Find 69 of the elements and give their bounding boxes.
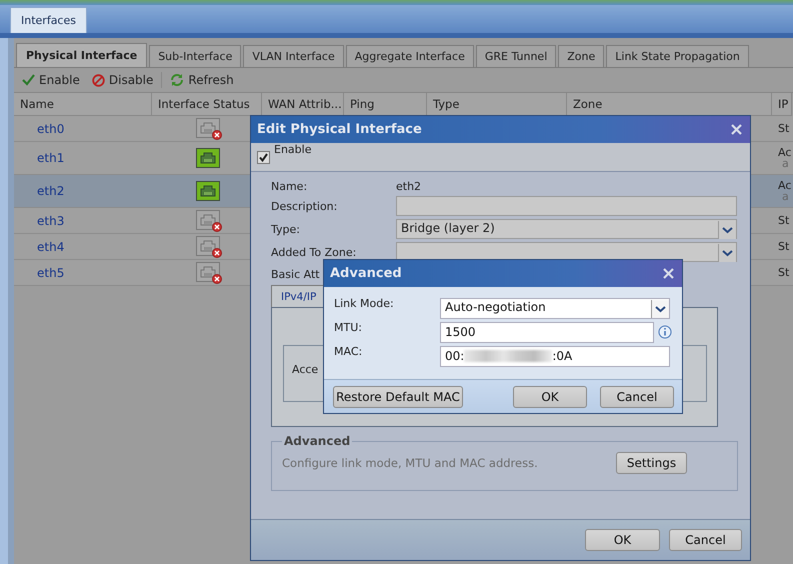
ok-button[interactable]: OK: [585, 529, 660, 551]
column-header[interactable]: Name: [14, 93, 152, 116]
column-header[interactable]: IP: [772, 93, 792, 116]
ip-text: St: [778, 123, 790, 134]
column-header[interactable]: Interface Status: [152, 93, 262, 116]
enable-checkbox[interactable]: [257, 150, 270, 164]
ip-text: Ac: [778, 180, 792, 191]
dropdown-caret-icon: [718, 244, 736, 262]
settings-button[interactable]: Settings: [616, 452, 687, 474]
mtu-field[interactable]: 1500: [440, 322, 654, 342]
cancel-button[interactable]: Cancel: [600, 386, 674, 408]
interface-name: eth4: [36, 240, 64, 254]
disable-button[interactable]: Disable: [88, 73, 158, 87]
dropdown-caret-icon: [651, 300, 669, 318]
ip-text: St: [778, 267, 790, 278]
info-icon: [658, 325, 672, 339]
tab[interactable]: Physical Interface: [16, 43, 148, 67]
column-header[interactable]: Type: [427, 93, 567, 116]
ok-button[interactable]: OK: [513, 386, 587, 408]
ip-subtext: a: [781, 158, 789, 169]
interface-name: eth0: [36, 122, 64, 136]
select-field[interactable]: Bridge (layer 2): [396, 219, 737, 239]
tab[interactable]: VLAN Interface: [243, 45, 344, 67]
interface-name: eth3: [36, 214, 64, 228]
interface-name: eth1: [36, 151, 64, 165]
refresh-button[interactable]: Refresh: [166, 73, 238, 87]
field-label: MTU:: [334, 321, 363, 334]
setting-label: Acce: [292, 363, 318, 376]
cancel-button[interactable]: Cancel: [669, 529, 742, 551]
dropdown-caret-icon: [718, 221, 736, 239]
dialog-title: Advanced: [330, 266, 402, 281]
input-field[interactable]: [396, 196, 737, 216]
interface-name: eth5: [36, 266, 64, 280]
close-button[interactable]: [731, 122, 742, 138]
close-icon: [663, 268, 674, 278]
checkbox-label: Enable: [274, 143, 312, 156]
field-label: Name:: [271, 180, 308, 193]
column-header[interactable]: Ping: [344, 93, 427, 116]
ip-subtext: a: [781, 191, 789, 202]
restore-mac-button[interactable]: Restore Default MAC: [333, 386, 463, 408]
mac-field[interactable]: 00: :0A: [440, 346, 670, 366]
field-label: Description:: [271, 200, 338, 212]
dialog-title: Edit Physical Interface: [257, 122, 422, 137]
ip-text: Ac: [778, 147, 792, 158]
name-value: eth2: [396, 180, 422, 193]
tab[interactable]: Aggregate Interface: [346, 45, 474, 67]
ip-text: St: [778, 215, 790, 226]
refresh-icon: [170, 73, 184, 87]
field-label: Added To Zone:: [271, 246, 358, 258]
group-description: Configure link mode, MTU and MAC address.: [282, 456, 538, 470]
main-tab[interactable]: Interfaces: [10, 7, 87, 33]
tab[interactable]: Zone: [558, 45, 604, 67]
tab[interactable]: Sub-Interface: [149, 45, 242, 67]
tab[interactable]: Link State Propagation: [606, 45, 749, 67]
close-icon: [731, 124, 742, 134]
ip-text: St: [778, 241, 790, 252]
checkmark-icon: [22, 74, 35, 86]
tab[interactable]: GRE Tunnel: [476, 45, 556, 67]
group-title: Advanced: [282, 434, 352, 448]
close-button[interactable]: [663, 266, 674, 282]
column-header[interactable]: Zone: [567, 93, 772, 116]
field-label: Type:: [271, 222, 301, 236]
field-label: MAC:: [334, 345, 364, 358]
enable-button[interactable]: Enable: [18, 73, 84, 87]
section-label: Basic Att: [271, 268, 320, 281]
column-header[interactable]: WAN Attrib...: [262, 93, 344, 116]
interface-name: eth2: [36, 184, 64, 198]
link-mode-select[interactable]: Auto-negotiation: [440, 298, 670, 318]
prohibited-icon: [92, 74, 105, 86]
